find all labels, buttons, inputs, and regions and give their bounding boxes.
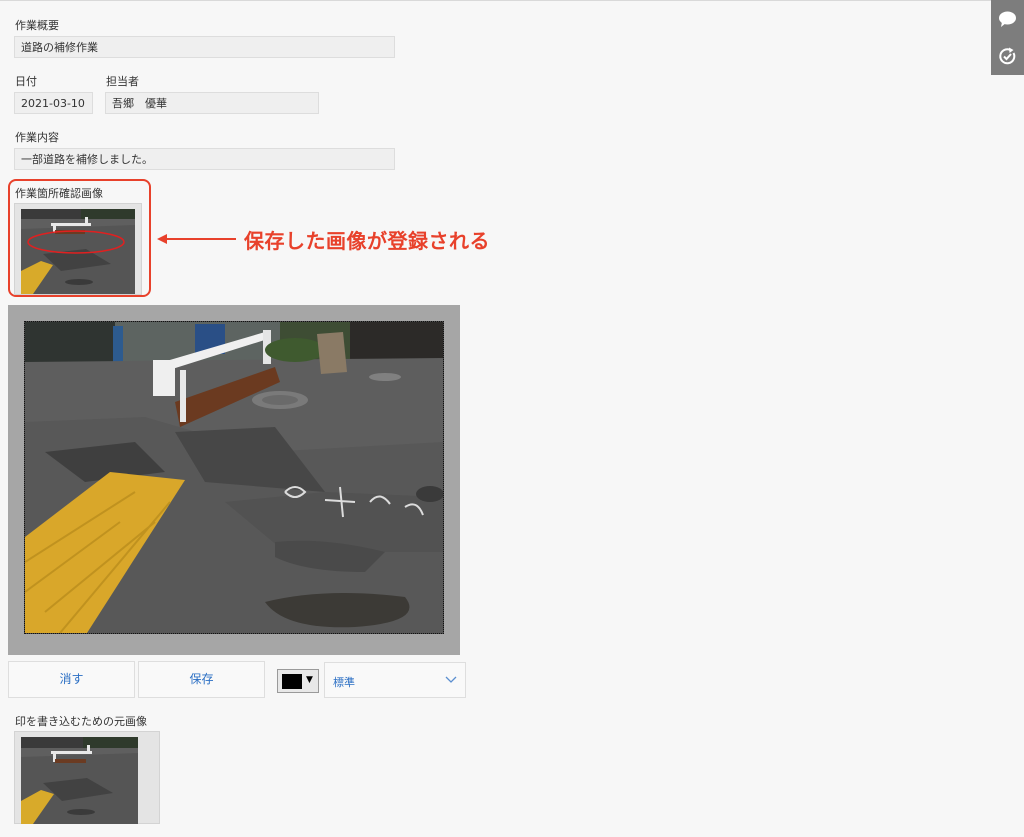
line-width-value: 標準 [333,676,355,689]
confirm-image-photo [21,209,135,294]
summary-label: 作業概要 [15,19,59,32]
comment-icon[interactable] [998,10,1017,28]
content-field[interactable]: 一部道路を補修しました。 [14,148,395,170]
side-toolbar [991,0,1024,75]
chevron-down-icon [445,676,457,683]
source-image-photo [21,737,138,824]
line-width-select[interactable]: 標準 [324,662,466,698]
annotation-text: 保存した画像が登録される [244,229,490,253]
confirm-image-label: 作業箇所確認画像 [15,187,103,200]
drawing-canvas-photo[interactable] [24,321,444,634]
date-label: 日付 [15,75,37,88]
source-image-label: 印を書き込むための元画像 [15,715,147,728]
pen-color-picker[interactable]: ▼ [277,669,319,693]
summary-field[interactable]: 道路の補修作業 [14,36,395,58]
refresh-check-icon[interactable] [998,47,1017,66]
drawing-canvas-area[interactable] [8,305,460,655]
content-label: 作業内容 [15,131,59,144]
confirm-image-thumbnail[interactable] [14,203,142,295]
date-field[interactable]: 2021-03-10 [14,92,93,114]
save-button[interactable]: 保存 [138,661,265,698]
top-border [0,0,1024,1]
person-field[interactable]: 吾郷 優華 [105,92,319,114]
erase-button[interactable]: 消す [8,661,135,698]
dropdown-arrow-icon: ▼ [306,675,313,685]
source-image-thumbnail[interactable] [14,731,160,824]
annotation-arrow-icon [157,234,236,244]
person-label: 担当者 [106,75,139,88]
pen-color-swatch [282,674,302,689]
